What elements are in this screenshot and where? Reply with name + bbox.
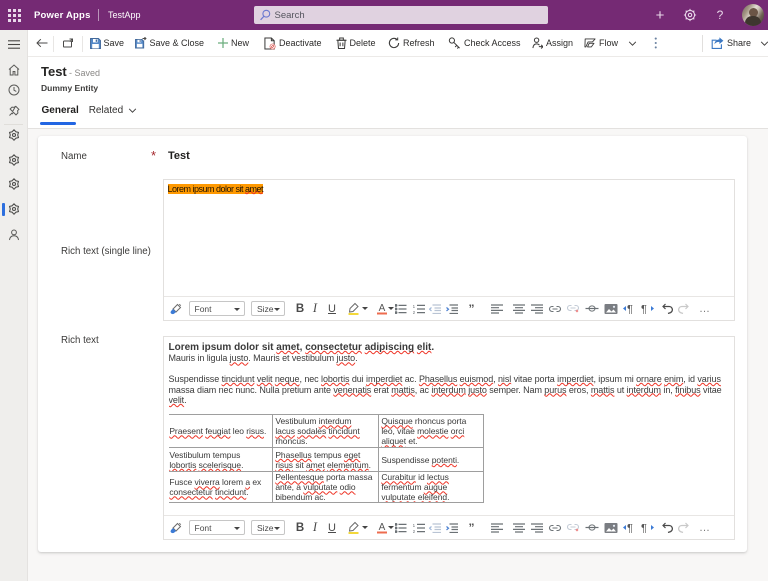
svg-text:A: A bbox=[379, 522, 386, 533]
svg-text:A: A bbox=[379, 303, 386, 314]
svg-text:1: 1 bbox=[413, 523, 416, 529]
svg-text:2: 2 bbox=[413, 529, 416, 533]
svg-text:¶: ¶ bbox=[641, 523, 647, 534]
svg-text:1: 1 bbox=[413, 304, 416, 310]
svg-text:¶: ¶ bbox=[627, 304, 633, 315]
svg-text:2: 2 bbox=[413, 310, 416, 314]
svg-text:¶: ¶ bbox=[627, 523, 633, 534]
svg-text:¶: ¶ bbox=[641, 304, 647, 315]
